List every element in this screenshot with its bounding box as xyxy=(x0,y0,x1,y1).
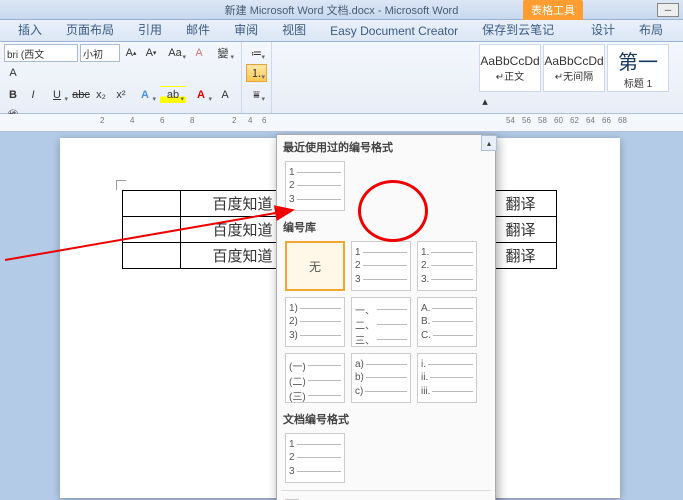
gallery-item-lib-2[interactable]: 1.2.3. xyxy=(417,241,477,291)
change-level-item[interactable]: 更改列表级别(C) xyxy=(277,494,495,500)
italic-button[interactable]: I xyxy=(24,86,42,104)
gallery-item-lib-4[interactable]: 一、二、三、 xyxy=(351,297,411,347)
font-color-button[interactable]: A xyxy=(188,86,214,104)
ribbon-tabs: 插入 页面布局 引用 邮件 审阅 视图 Easy Document Creato… xyxy=(0,20,683,42)
style-up-button[interactable]: ▴ xyxy=(479,94,491,109)
style-normal[interactable]: AaBbCcDd↵正文 xyxy=(479,44,541,92)
minimize-button[interactable]: ─ xyxy=(657,3,679,17)
underline-button[interactable]: U xyxy=(44,86,70,104)
bold-button[interactable]: B xyxy=(4,86,22,104)
gallery-item-lib-5[interactable]: A.B.C. xyxy=(417,297,477,347)
char-border-button[interactable]: A xyxy=(4,64,22,82)
numbering-dropdown: ▴ 最近使用过的编号格式 1 2 3 编号库 无 123 1.2.3. 1)2)… xyxy=(276,134,496,500)
library-section-label: 编号库 xyxy=(277,215,495,237)
font-family-select[interactable]: bri (西文 xyxy=(4,44,78,62)
tab-design[interactable]: 设计 xyxy=(581,18,625,41)
gallery-item-lib-7[interactable]: a)b)c) xyxy=(351,353,411,403)
tab-layout[interactable]: 页面布局 xyxy=(56,18,124,41)
gallery-item-none[interactable]: 无 xyxy=(285,241,345,291)
gallery-item-recent-1[interactable]: 1 2 3 xyxy=(285,161,345,211)
scroll-up-button[interactable]: ▴ xyxy=(481,135,497,151)
tab-mailings[interactable]: 邮件 xyxy=(176,18,220,41)
strike-button[interactable]: abc xyxy=(72,86,90,104)
tab-view[interactable]: 视图 xyxy=(272,18,316,41)
group-font: bri (西文 小初 A▴ A▾ Aa A 變 A B I U abc x₂ x… xyxy=(0,42,242,113)
contextual-tab-label: 表格工具 xyxy=(523,0,583,20)
style-heading1[interactable]: 第一标题 1 xyxy=(607,44,669,92)
change-case-button[interactable]: Aa xyxy=(162,44,188,62)
document-area[interactable]: 百度知道翻译 百度知道翻译 百度知道翻译 ▴ 最近使用过的编号格式 1 2 3 … xyxy=(0,132,683,500)
group-paragraph: ≔ ⒈ ⩸ xyxy=(242,42,272,113)
style-nospace[interactable]: AaBbCcDd↵无间隔 xyxy=(543,44,605,92)
font-size-select[interactable]: 小初 xyxy=(80,44,120,62)
recent-section-label: 最近使用过的编号格式 xyxy=(277,135,495,157)
phonetic-button[interactable]: 變 xyxy=(210,44,236,62)
char-shading-button[interactable]: A xyxy=(216,86,234,104)
tab-references[interactable]: 引用 xyxy=(128,18,172,41)
multilevel-button[interactable]: ⩸ xyxy=(246,86,267,104)
tab-review[interactable]: 审阅 xyxy=(224,18,268,41)
gallery-item-lib-8[interactable]: i.ii.iii. xyxy=(417,353,477,403)
window-title: 新建 Microsoft Word 文档.docx - Microsoft Wo… xyxy=(225,2,459,18)
margin-corner-icon xyxy=(116,180,126,190)
tab-cloud[interactable]: 保存到云笔记 xyxy=(472,18,564,41)
shrink-font-button[interactable]: A▾ xyxy=(142,44,160,62)
tab-insert[interactable]: 插入 xyxy=(8,18,52,41)
ruler[interactable]: 2 4 6 8 2 4 6 54 56 58 60 62 64 66 68 xyxy=(0,114,683,132)
clear-format-button[interactable]: A xyxy=(190,44,208,62)
gallery-item-lib-6[interactable]: (一)(二)(三) xyxy=(285,353,345,403)
tab-easy-doc[interactable]: Easy Document Creator xyxy=(320,21,468,41)
doc-section-label: 文档编号格式 xyxy=(277,407,495,429)
group-styles: AaBbCcDd↵正文 AaBbCcDd↵无间隔 第一标题 1 ▴ ▾ ⌄ 样式 xyxy=(475,42,683,113)
text-effects-button[interactable]: A xyxy=(132,86,158,104)
contextual-tabs: 设计 布局 xyxy=(581,18,673,41)
highlight-button[interactable]: ab xyxy=(160,86,186,104)
grow-font-button[interactable]: A▴ xyxy=(122,44,140,62)
window-controls: ─ xyxy=(657,3,679,17)
gallery-item-lib-1[interactable]: 123 xyxy=(351,241,411,291)
gallery-item-doc-1[interactable]: 123 xyxy=(285,433,345,483)
tab-table-layout[interactable]: 布局 xyxy=(629,18,673,41)
numbering-button[interactable]: ⒈ xyxy=(246,64,267,82)
title-bar: 新建 Microsoft Word 文档.docx - Microsoft Wo… xyxy=(0,0,683,20)
subscript-button[interactable]: x₂ xyxy=(92,86,110,104)
superscript-button[interactable]: x² xyxy=(112,86,130,104)
ribbon: bri (西文 小初 A▴ A▾ Aa A 變 A B I U abc x₂ x… xyxy=(0,42,683,114)
font-group-body: bri (西文 小初 A▴ A▾ Aa A 變 A B I U abc x₂ x… xyxy=(4,44,237,124)
bullets-button[interactable]: ≔ xyxy=(246,44,267,62)
gallery-item-lib-3[interactable]: 1)2)3) xyxy=(285,297,345,347)
